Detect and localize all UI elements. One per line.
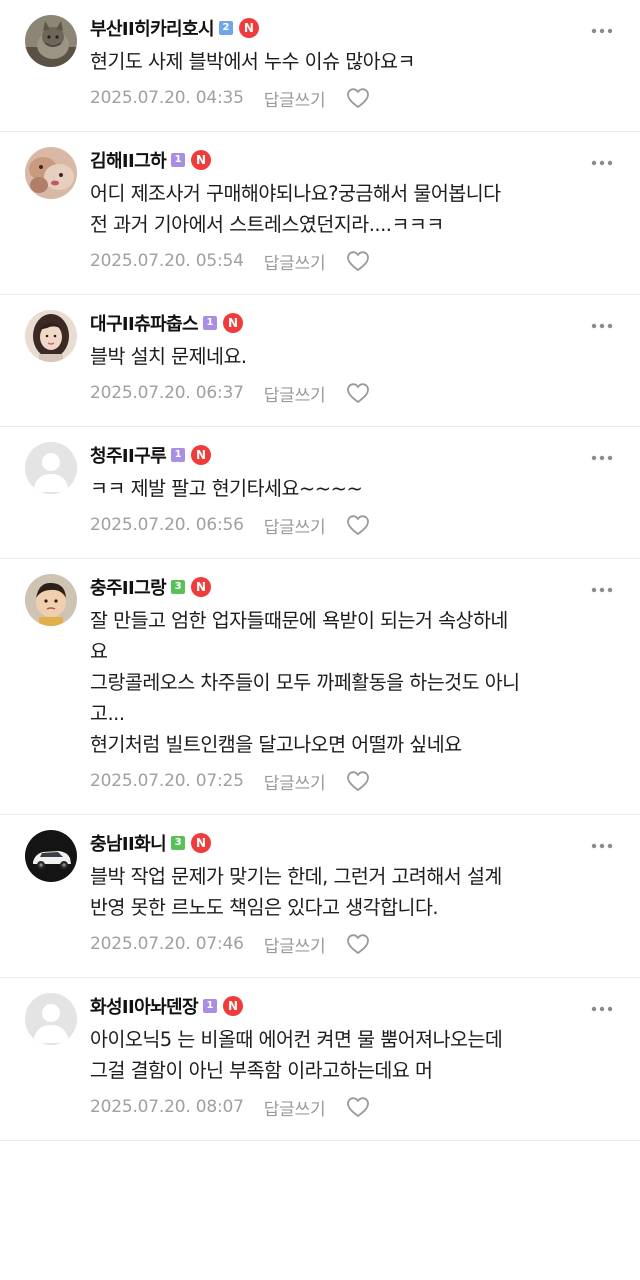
comment-text: 블박 작업 문제가 맞기는 한데, 그런거 고려해서 설계반영 못한 르노도 책… — [90, 861, 616, 923]
more-options-icon[interactable] — [590, 581, 614, 593]
avatar[interactable] — [25, 993, 77, 1045]
new-badge: N — [191, 833, 212, 853]
reply-button[interactable]: 답글쓰기 — [264, 381, 326, 406]
comment-text-line: 반영 못한 르노도 책임은 있다고 생각합니다. — [90, 896, 439, 919]
comment-date: 2025.07.20. 06:56 — [90, 515, 244, 535]
comment-header: 충주II그랑 3 N — [90, 573, 616, 601]
nickname[interactable]: 김해II그하 — [90, 147, 167, 173]
comment-list: 부산II히카리호시 2 N 현기도 사제 블박에서 누수 이슈 많아요ㅋ 2025.07… — [0, 0, 640, 1141]
avatar[interactable] — [25, 310, 77, 362]
like-heart-icon[interactable] — [346, 87, 370, 109]
comment-date: 2025.07.20. 07:25 — [90, 771, 244, 791]
reply-button[interactable]: 답글쓰기 — [264, 249, 326, 274]
level-badge: 1 — [171, 153, 186, 167]
nickname[interactable]: 대구II츄파춥스 — [90, 310, 199, 336]
reply-button[interactable]: 답글쓰기 — [264, 1095, 326, 1120]
comment-meta: 2025.07.20. 04:35 답글쓰기 — [90, 83, 616, 113]
comment-text-line: ㅋㅋ 제발 팔고 현기타세요~~~~ — [90, 477, 363, 500]
new-badge: N — [191, 150, 212, 170]
comment-text-line: 블박 설치 문제네요. — [90, 345, 247, 368]
comment-meta: 2025.07.20. 06:37 답글쓰기 — [90, 378, 616, 408]
comment-text: ㅋㅋ 제발 팔고 현기타세요~~~~ — [90, 473, 616, 504]
level-badge: 1 — [202, 316, 217, 330]
comment-item: 화성II아놔덴장 1 N 아이오닉5 는 비올때 에어컨 켜면 물 뿜어져나오는데그걸… — [0, 978, 640, 1141]
like-heart-icon[interactable] — [346, 770, 370, 792]
nickname[interactable]: 충남II화니 — [90, 830, 167, 856]
more-options-icon[interactable] — [590, 837, 614, 849]
comment-header: 부산II히카리호시 2 N — [90, 14, 616, 42]
comment-text-line: 블박 작업 문제가 맞기는 한데, 그런거 고려해서 설계 — [90, 865, 502, 888]
avatar[interactable] — [25, 147, 77, 199]
more-options-icon[interactable] — [590, 449, 614, 461]
more-options-icon[interactable] — [590, 154, 614, 166]
comment-text-line: 그걸 결함이 아닌 부족함 이라고하는데요 머 — [90, 1059, 433, 1082]
like-heart-icon[interactable] — [346, 382, 370, 404]
avatar[interactable] — [25, 574, 77, 626]
comment-header: 화성II아놔덴장 1 N — [90, 992, 616, 1020]
like-heart-icon[interactable] — [346, 250, 370, 272]
like-heart-icon[interactable] — [346, 933, 370, 955]
nickname[interactable]: 충주II그랑 — [90, 574, 167, 600]
more-options-icon[interactable] — [590, 22, 614, 34]
comment-header: 김해II그하 1 N — [90, 146, 616, 174]
new-badge: N — [191, 577, 212, 597]
comment-text-line: 아이오닉5 는 비올때 에어컨 켜면 물 뿜어져나오는데 — [90, 1028, 503, 1051]
comment-item: 김해II그하 1 N 어디 제조사거 구매해야되나요?궁금해서 물어봅니다전 과거 기… — [0, 132, 640, 295]
comment-text-line: 요 — [90, 640, 108, 663]
comment-text: 어디 제조사거 구매해야되나요?궁금해서 물어봅니다전 과거 기아에서 스트레스… — [90, 178, 616, 240]
comment-text-line: 현기처럼 빌트인캠을 달고나오면 어떨까 싶네요 — [90, 733, 462, 756]
comment-date: 2025.07.20. 08:07 — [90, 1097, 244, 1117]
avatar[interactable] — [25, 830, 77, 882]
comment-date: 2025.07.20. 06:37 — [90, 383, 244, 403]
nickname[interactable]: 화성II아놔덴장 — [90, 993, 199, 1019]
comment-header: 충남II화니 3 N — [90, 829, 616, 857]
level-badge: 1 — [202, 999, 217, 1013]
new-badge: N — [191, 445, 212, 465]
comment-text-line: 고... — [90, 702, 125, 725]
comment-meta: 2025.07.20. 05:54 답글쓰기 — [90, 246, 616, 276]
comment-item: 충주II그랑 3 N 잘 만들고 엄한 업자들때문에 욕받이 되는거 속상하네요그랑콜… — [0, 559, 640, 815]
more-options-icon[interactable] — [590, 317, 614, 329]
avatar[interactable] — [25, 442, 77, 494]
more-options-icon[interactable] — [590, 1000, 614, 1012]
nickname[interactable]: 청주II구루 — [90, 442, 167, 468]
comment-item: 청주II구루 1 N ㅋㅋ 제발 팔고 현기타세요~~~~ 2025.07.20. 06… — [0, 427, 640, 559]
avatar[interactable] — [25, 15, 77, 67]
nickname[interactable]: 부산II히카리호시 — [90, 15, 215, 41]
reply-button[interactable]: 답글쓰기 — [264, 513, 326, 538]
comment-date: 2025.07.20. 05:54 — [90, 251, 244, 271]
level-badge: 3 — [171, 580, 186, 594]
comment-text-line: 잘 만들고 엄한 업자들때문에 욕받이 되는거 속상하네 — [90, 609, 508, 632]
comment-text-line: 어디 제조사거 구매해야되나요?궁금해서 물어봅니다 — [90, 182, 501, 205]
reply-button[interactable]: 답글쓰기 — [264, 86, 326, 111]
reply-button[interactable]: 답글쓰기 — [264, 769, 326, 794]
comment-date: 2025.07.20. 07:46 — [90, 934, 244, 954]
comment-header: 청주II구루 1 N — [90, 441, 616, 469]
like-heart-icon[interactable] — [346, 514, 370, 536]
level-badge: 2 — [218, 21, 233, 35]
comment-item: 충남II화니 3 N 블박 작업 문제가 맞기는 한데, 그런거 고려해서 설계반영 … — [0, 815, 640, 978]
comment-text: 잘 만들고 엄한 업자들때문에 욕받이 되는거 속상하네요그랑콜레오스 차주들이… — [90, 605, 616, 760]
comment-meta: 2025.07.20. 06:56 답글쓰기 — [90, 510, 616, 540]
comment-text-line: 전 과거 기아에서 스트레스였던지라....ㅋㅋㅋ — [90, 213, 444, 236]
comment-text: 아이오닉5 는 비올때 에어컨 켜면 물 뿜어져나오는데그걸 결함이 아닌 부족… — [90, 1024, 616, 1086]
comment-text: 현기도 사제 블박에서 누수 이슈 많아요ㅋ — [90, 46, 616, 77]
comment-meta: 2025.07.20. 07:46 답글쓰기 — [90, 929, 616, 959]
comment-text-line: 그랑콜레오스 차주들이 모두 까페활동을 하는것도 아니 — [90, 671, 520, 694]
like-heart-icon[interactable] — [346, 1096, 370, 1118]
comment-date: 2025.07.20. 04:35 — [90, 88, 244, 108]
comment-item: 대구II츄파춥스 1 N 블박 설치 문제네요. 2025.07.20. 06:37 답글… — [0, 295, 640, 427]
new-badge: N — [238, 18, 259, 38]
comment-header: 대구II츄파춥스 1 N — [90, 309, 616, 337]
new-badge: N — [222, 996, 243, 1016]
reply-button[interactable]: 답글쓰기 — [264, 932, 326, 957]
comment-text: 블박 설치 문제네요. — [90, 341, 616, 372]
new-badge: N — [222, 313, 243, 333]
level-badge: 1 — [171, 448, 186, 462]
comment-item: 부산II히카리호시 2 N 현기도 사제 블박에서 누수 이슈 많아요ㅋ 2025.07… — [0, 0, 640, 132]
comment-meta: 2025.07.20. 07:25 답글쓰기 — [90, 766, 616, 796]
comment-text-line: 현기도 사제 블박에서 누수 이슈 많아요ㅋ — [90, 50, 415, 73]
comment-meta: 2025.07.20. 08:07 답글쓰기 — [90, 1092, 616, 1122]
level-badge: 3 — [171, 836, 186, 850]
